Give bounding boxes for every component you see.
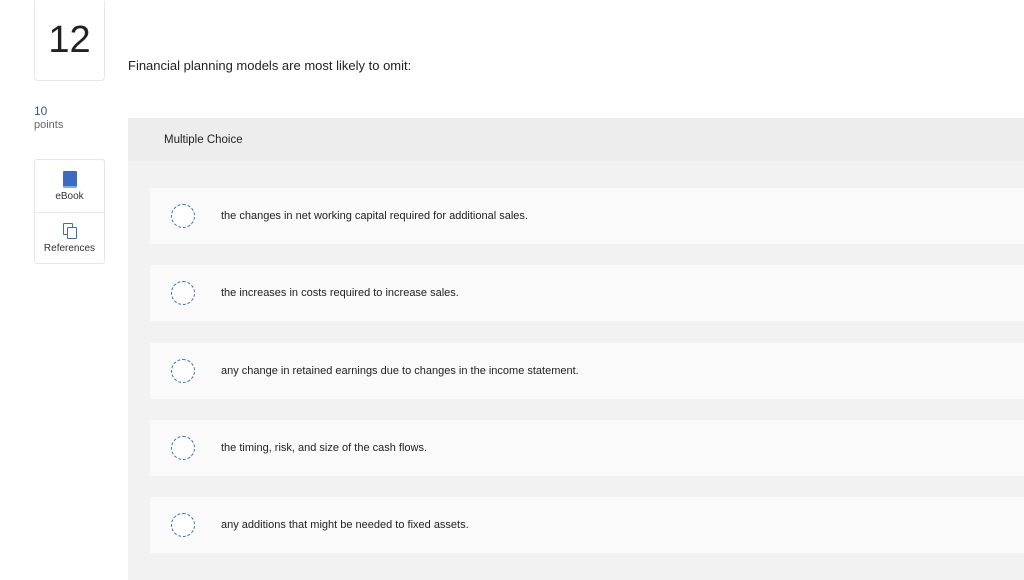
answer-panel: Multiple Choice the changes in net worki… xyxy=(128,118,1024,580)
option-text: any change in retained earnings due to c… xyxy=(221,365,579,377)
references-icon xyxy=(62,223,78,240)
answer-option[interactable]: any change in retained earnings due to c… xyxy=(150,343,1024,399)
question-prompt: Financial planning models are most likel… xyxy=(128,58,412,73)
radio-button[interactable] xyxy=(171,513,195,537)
points-info: 10 points xyxy=(34,104,63,132)
radio-button[interactable] xyxy=(171,359,195,383)
radio-button[interactable] xyxy=(171,436,195,460)
ebook-label: eBook xyxy=(55,190,84,202)
references-button[interactable]: References xyxy=(35,212,104,264)
radio-button[interactable] xyxy=(171,204,195,228)
radio-button[interactable] xyxy=(171,281,195,305)
points-value: 10 xyxy=(34,104,48,118)
option-text: any additions that might be needed to fi… xyxy=(221,519,469,531)
tools-panel: eBook References xyxy=(34,159,105,264)
answer-option[interactable]: any additions that might be needed to fi… xyxy=(150,497,1024,553)
question-number: 12 xyxy=(34,1,105,81)
answer-option[interactable]: the timing, risk, and size of the cash f… xyxy=(150,420,1024,476)
option-text: the increases in costs required to incre… xyxy=(221,287,459,299)
question-type-label: Multiple Choice xyxy=(128,118,1024,161)
ebook-button[interactable]: eBook xyxy=(35,160,104,212)
option-text: the timing, risk, and size of the cash f… xyxy=(221,442,428,454)
ebook-icon xyxy=(62,170,77,188)
answer-option[interactable]: the changes in net working capital requi… xyxy=(150,188,1024,244)
answer-option[interactable]: the increases in costs required to incre… xyxy=(150,265,1024,321)
points-label: points xyxy=(34,119,64,131)
option-text: the changes in net working capital requi… xyxy=(221,210,528,222)
references-label: References xyxy=(43,243,96,254)
